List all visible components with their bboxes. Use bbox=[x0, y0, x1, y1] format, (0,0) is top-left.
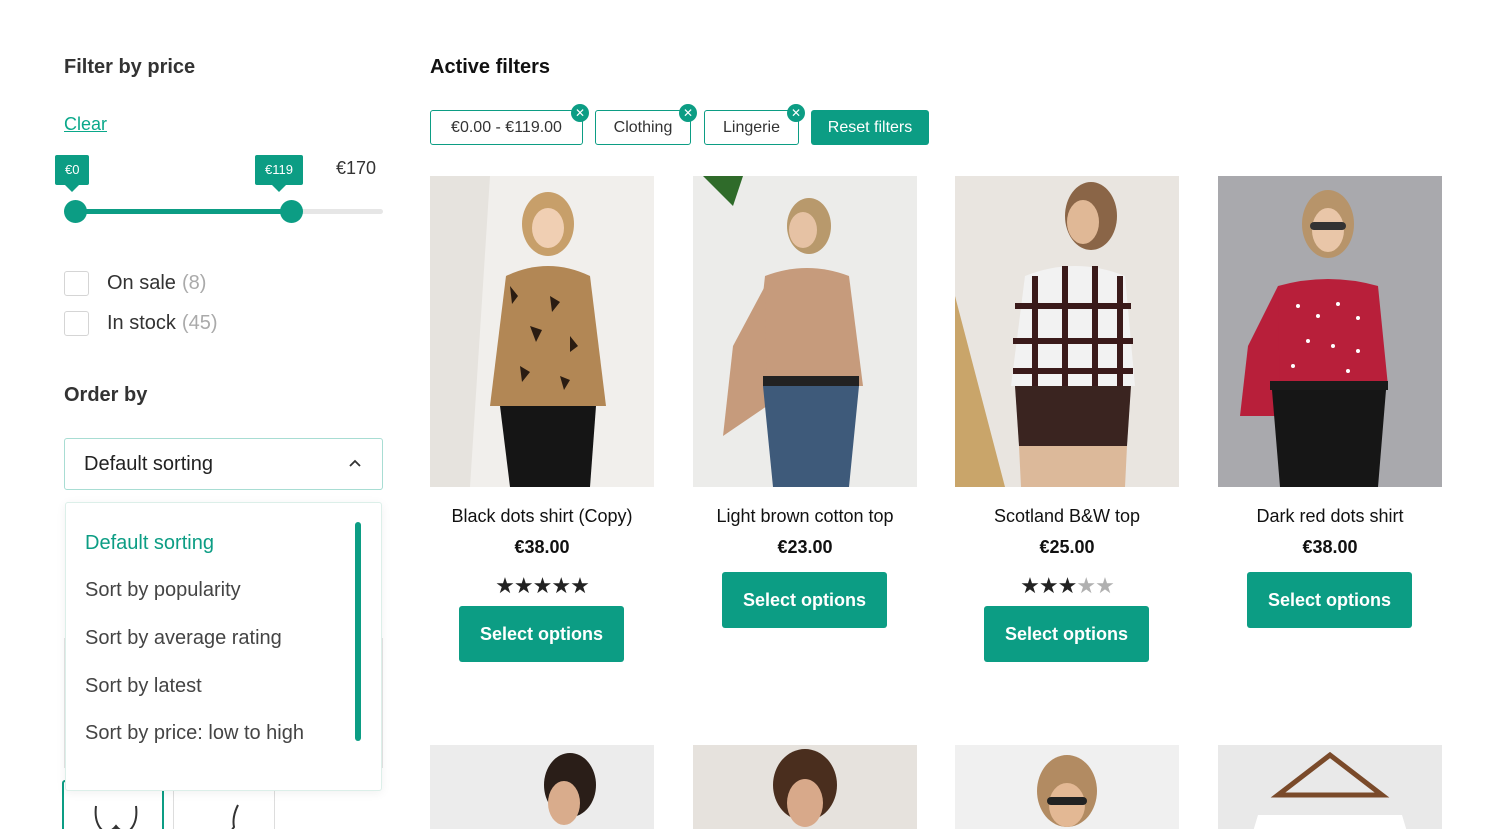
sort-option-default[interactable]: Default sorting bbox=[85, 532, 214, 555]
star-filled-icon: ★ bbox=[1020, 573, 1040, 598]
product-image[interactable] bbox=[430, 745, 654, 829]
select-options-button[interactable]: Select options bbox=[459, 606, 624, 662]
order-by-select[interactable]: Default sorting bbox=[64, 438, 383, 490]
product-name[interactable]: Black dots shirt (Copy) bbox=[430, 506, 654, 527]
price-filter-title: Filter by price bbox=[64, 56, 196, 78]
star-filled-icon: ★ bbox=[551, 573, 571, 598]
bra-icon bbox=[94, 805, 138, 829]
in-stock-label: In stock bbox=[107, 311, 176, 334]
star-filled-icon: ★ bbox=[513, 573, 534, 598]
chevron-up-icon bbox=[349, 459, 361, 467]
on-sale-label: On sale bbox=[107, 271, 176, 294]
select-options-button[interactable]: Select options bbox=[984, 606, 1149, 662]
select-options-button[interactable]: Select options bbox=[722, 572, 887, 628]
product-price: €23.00 bbox=[777, 537, 833, 557]
min-price-tag: €0 bbox=[55, 155, 90, 192]
product-name[interactable]: Scotland B&W top bbox=[955, 506, 1179, 527]
filter-chip-clothing[interactable]: Clothing ✕ bbox=[595, 104, 697, 145]
order-by-dropdown: Default sorting Sort by popularity Sort … bbox=[65, 502, 382, 791]
on-sale-checkbox[interactable] bbox=[64, 270, 89, 296]
shop-page: Filter by price Clear €0 €119 €170 On sa… bbox=[0, 0, 1503, 829]
filter-chip-label: €0.00 - €119.00 bbox=[451, 118, 562, 136]
sort-option-rating[interactable]: Sort by average rating bbox=[85, 627, 282, 650]
dropdown-scrollbar[interactable] bbox=[355, 522, 361, 741]
close-icon[interactable]: ✕ bbox=[571, 104, 589, 122]
range-max-label: €170 bbox=[336, 158, 377, 178]
filter-chip-price[interactable]: €0.00 - €119.00 ✕ bbox=[430, 104, 589, 145]
product-image[interactable] bbox=[1218, 176, 1442, 487]
order-by-title: Order by bbox=[64, 384, 148, 406]
product-card: Dark red dots shirt €38.00 Select option… bbox=[1218, 176, 1442, 628]
close-icon[interactable]: ✕ bbox=[787, 104, 805, 122]
on-sale-filter[interactable]: On sale (8) bbox=[64, 270, 206, 296]
clear-price-link[interactable]: Clear bbox=[64, 114, 107, 135]
star-empty-icon: ★ bbox=[1095, 573, 1115, 598]
sort-option-popularity[interactable]: Sort by popularity bbox=[85, 579, 241, 602]
product-price: €38.00 bbox=[514, 537, 570, 557]
rating-stars: ★★★★★ bbox=[955, 574, 1179, 598]
sort-option-price-asc[interactable]: Sort by price: low to high bbox=[85, 722, 304, 745]
in-stock-count: (45) bbox=[181, 311, 218, 334]
filter-chip-label: Clothing bbox=[613, 118, 673, 136]
product-card: Scotland B&W top €25.00 ★★★★★ Select opt… bbox=[955, 176, 1179, 662]
close-icon[interactable]: ✕ bbox=[679, 104, 697, 122]
active-filters-title: Active filters bbox=[430, 56, 551, 78]
star-filled-icon: ★ bbox=[570, 573, 590, 598]
price-slider-fill bbox=[75, 209, 291, 214]
max-price-tag: €119 bbox=[255, 155, 303, 192]
reset-filters-button[interactable]: Reset filters bbox=[811, 110, 929, 145]
on-sale-count: (8) bbox=[181, 271, 207, 294]
product-image[interactable] bbox=[955, 176, 1179, 487]
star-filled-icon: ★ bbox=[1057, 573, 1078, 598]
product-image[interactable] bbox=[693, 176, 917, 487]
star-filled-icon: ★ bbox=[532, 573, 553, 598]
product-image[interactable] bbox=[430, 176, 654, 487]
product-name[interactable]: Dark red dots shirt bbox=[1218, 506, 1442, 527]
rating-stars: ★★★★★ bbox=[430, 574, 654, 598]
in-stock-filter[interactable]: In stock (45) bbox=[64, 310, 218, 336]
dress-icon bbox=[231, 804, 239, 829]
product-image[interactable] bbox=[955, 745, 1179, 829]
filter-chip-lingerie[interactable]: Lingerie ✕ bbox=[704, 104, 805, 145]
star-filled-icon: ★ bbox=[495, 573, 515, 598]
star-filled-icon: ★ bbox=[1038, 573, 1059, 598]
product-image[interactable] bbox=[1218, 745, 1442, 829]
sort-option-latest[interactable]: Sort by latest bbox=[85, 675, 202, 698]
product-image[interactable] bbox=[693, 745, 917, 829]
product-price: €25.00 bbox=[1039, 537, 1095, 557]
filter-chip-label: Lingerie bbox=[723, 118, 780, 136]
star-empty-icon: ★ bbox=[1076, 573, 1096, 598]
select-options-button[interactable]: Select options bbox=[1247, 572, 1412, 628]
price-slider-min-handle[interactable] bbox=[64, 200, 87, 223]
product-card: Light brown cotton top €23.00 Select opt… bbox=[693, 176, 917, 628]
in-stock-checkbox[interactable] bbox=[64, 310, 89, 336]
product-name[interactable]: Light brown cotton top bbox=[693, 506, 917, 527]
price-slider-max-handle[interactable] bbox=[279, 200, 303, 223]
product-card: Black dots shirt (Copy) €38.00 ★★★★★ Sel… bbox=[430, 176, 654, 662]
order-by-selected-value: Default sorting bbox=[84, 452, 213, 475]
product-price: €38.00 bbox=[1302, 537, 1358, 557]
